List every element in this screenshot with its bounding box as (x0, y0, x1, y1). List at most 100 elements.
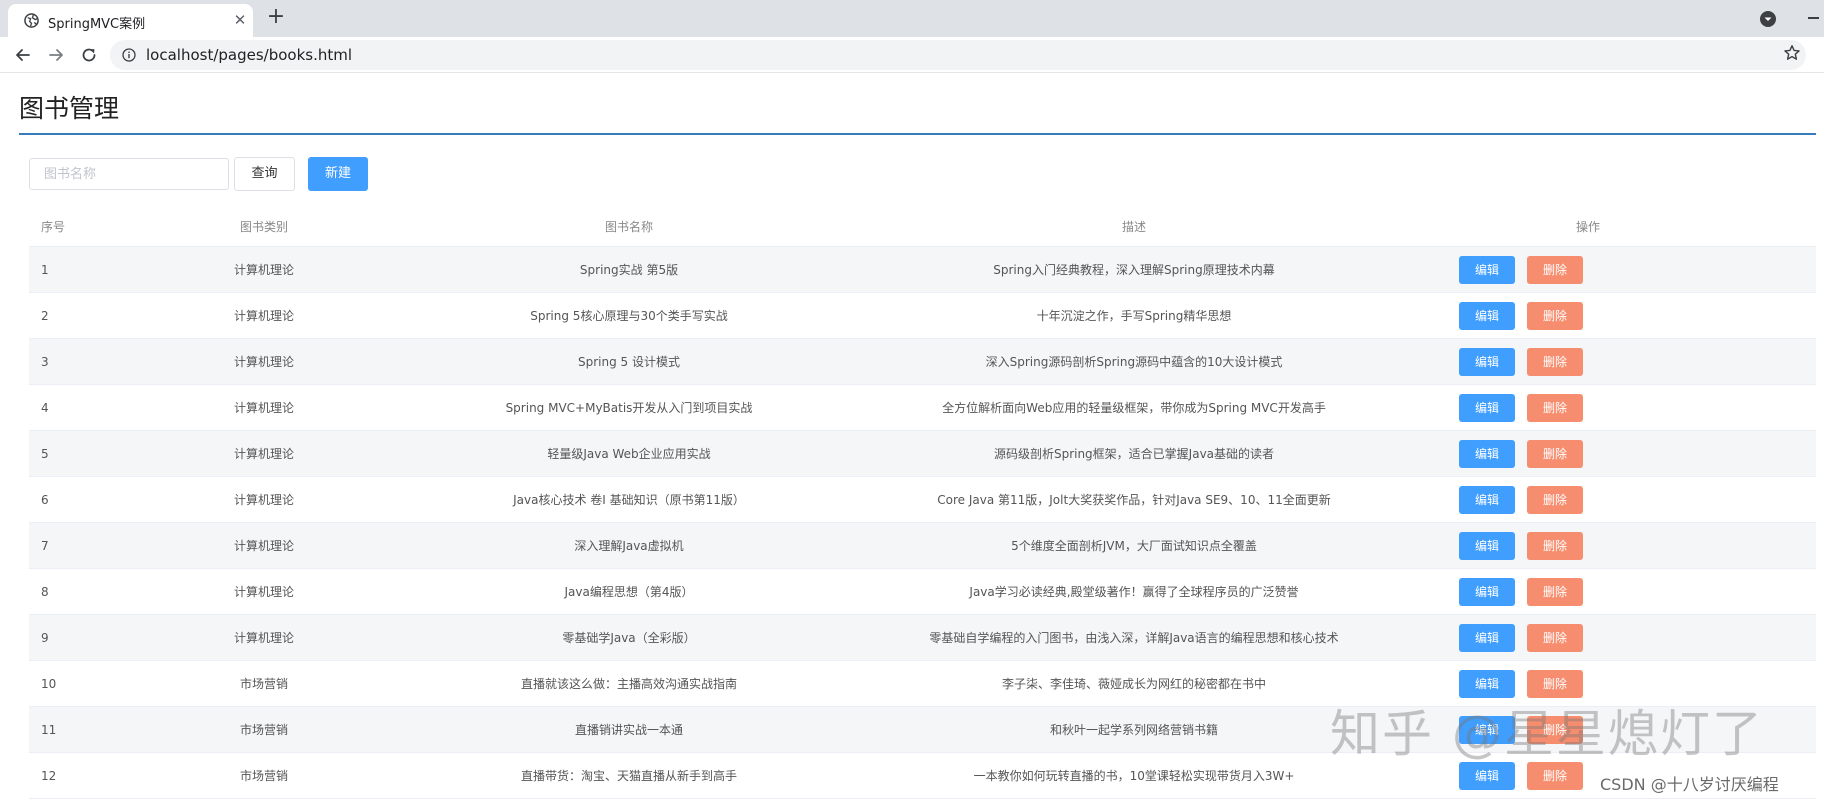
cell-description: 李子柒、李佳琦、薇娅成长为网红的秘密都在书中 (908, 660, 1360, 707)
edit-button[interactable]: 编辑 (1459, 439, 1515, 468)
browser-tab[interactable]: SpringMVC案例 ✕ (8, 4, 253, 37)
cell-name: Spring MVC+MyBatis开发从入门到项目实战 (350, 384, 908, 431)
cell-actions: 编辑 删除 (1360, 522, 1816, 569)
close-icon[interactable]: ✕ (230, 10, 250, 30)
cell-actions: 编辑 删除 (1360, 430, 1816, 477)
edit-button[interactable]: 编辑 (1459, 577, 1515, 606)
query-button[interactable]: 查询 (234, 157, 295, 191)
tab-title: SpringMVC案例 (48, 17, 146, 32)
cell-no: 12 (29, 752, 178, 799)
cell-name: 直播带货：淘宝、天猫直播从新手到高手 (350, 752, 908, 799)
zhihu-watermark: 知乎 @星星熄灯了 (1330, 705, 1764, 763)
delete-button[interactable]: 删除 (1527, 439, 1583, 468)
cell-no: 8 (29, 568, 178, 615)
delete-button[interactable]: 删除 (1527, 347, 1583, 376)
cell-no: 7 (29, 522, 178, 569)
title-divider (19, 133, 1816, 135)
cell-description: 零基础自学编程的入门图书，由浅入深，详解Java语言的编程思想和核心技术 (908, 614, 1360, 661)
cell-no: 1 (29, 246, 178, 293)
table-row: 6 计算机理论 Java核心技术 卷I 基础知识（原书第11版） Core Ja… (29, 476, 1816, 523)
delete-button[interactable]: 删除 (1527, 623, 1583, 652)
info-icon[interactable] (122, 48, 136, 62)
cell-category: 计算机理论 (178, 568, 350, 615)
book-name-search-input[interactable] (29, 158, 229, 190)
cell-no: 2 (29, 292, 178, 339)
cell-name: 直播销讲实战一本通 (350, 706, 908, 753)
edit-button[interactable]: 编辑 (1459, 301, 1515, 330)
column-header-actions: 操作 (1575, 219, 1600, 234)
edit-button[interactable]: 编辑 (1459, 255, 1515, 284)
cell-category: 计算机理论 (178, 522, 350, 569)
cell-category: 计算机理论 (178, 384, 350, 431)
column-header-no: 序号 (41, 219, 66, 234)
cell-no: 9 (29, 614, 178, 661)
cell-description: 源码级剖析Spring框架，适合已掌握Java基础的读者 (908, 430, 1360, 477)
cell-actions: 编辑 删除 (1360, 384, 1816, 431)
cell-name: 轻量级Java Web企业应用实战 (350, 430, 908, 477)
cell-category: 市场营销 (178, 660, 350, 707)
cell-category: 计算机理论 (178, 292, 350, 339)
cell-description: Java学习必读经典,殿堂级著作！赢得了全球程序员的广泛赞誉 (908, 568, 1360, 615)
delete-button[interactable]: 删除 (1527, 255, 1583, 284)
table-row: 7 计算机理论 深入理解Java虚拟机 5个维度全面剖析JVM，大厂面试知识点全… (29, 522, 1816, 569)
cell-category: 市场营销 (178, 752, 350, 799)
cell-no: 11 (29, 706, 178, 753)
plus-icon[interactable]: + (264, 6, 288, 30)
cell-name: Spring实战 第5版 (350, 246, 908, 293)
cell-name: 直播就该这么做：主播高效沟通实战指南 (350, 660, 908, 707)
cell-name: Spring 5核心原理与30个类手写实战 (350, 292, 908, 339)
cell-no: 4 (29, 384, 178, 431)
arrow-left-icon[interactable] (12, 44, 34, 66)
cell-description: 深入Spring源码剖析Spring源码中蕴含的10大设计模式 (908, 338, 1360, 385)
cell-name: 零基础学Java（全彩版） (350, 614, 908, 661)
edit-button[interactable]: 编辑 (1459, 393, 1515, 422)
cell-actions: 编辑 删除 (1360, 246, 1816, 293)
minimize-icon[interactable] (1806, 8, 1820, 22)
table-row: 2 计算机理论 Spring 5核心原理与30个类手写实战 十年沉淀之作，手写S… (29, 292, 1816, 339)
cell-name: Spring 5 设计模式 (350, 338, 908, 385)
column-header-description: 描述 (1121, 219, 1146, 234)
table-row: 8 计算机理论 Java编程思想（第4版） Java学习必读经典,殿堂级著作！赢… (29, 568, 1816, 615)
cell-description: Core Java 第11版，Jolt大奖获奖作品，针对Java SE9、10、… (908, 476, 1360, 523)
cell-category: 市场营销 (178, 706, 350, 753)
cell-category: 计算机理论 (178, 338, 350, 385)
arrow-right-icon[interactable] (45, 44, 67, 66)
delete-button[interactable]: 删除 (1527, 577, 1583, 606)
reload-icon[interactable] (78, 44, 100, 66)
delete-button[interactable]: 删除 (1527, 301, 1583, 330)
delete-button[interactable]: 删除 (1527, 393, 1583, 422)
cell-description: 5个维度全面剖析JVM，大厂面试知识点全覆盖 (908, 522, 1360, 569)
column-header-category: 图书类别 (239, 219, 288, 234)
cell-no: 3 (29, 338, 178, 385)
edit-button[interactable]: 编辑 (1459, 531, 1515, 560)
globe-icon (24, 13, 39, 28)
edit-button[interactable]: 编辑 (1459, 623, 1515, 652)
new-book-button[interactable]: 新建 (308, 157, 368, 191)
cell-category: 计算机理论 (178, 614, 350, 661)
table-row: 1 计算机理论 Spring实战 第5版 Spring入门经典教程，深入理解Sp… (29, 246, 1816, 293)
cell-description: Spring入门经典教程，深入理解Spring原理技术内幕 (908, 246, 1360, 293)
cell-actions: 编辑 删除 (1360, 338, 1816, 385)
table-row: 9 计算机理论 零基础学Java（全彩版） 零基础自学编程的入门图书，由浅入深，… (29, 614, 1816, 661)
delete-button[interactable]: 删除 (1527, 485, 1583, 514)
cell-description: 一本教你如何玩转直播的书，10堂课轻松实现带货月入3W+ (908, 752, 1360, 799)
edit-button[interactable]: 编辑 (1459, 347, 1515, 376)
cell-actions: 编辑 删除 (1360, 292, 1816, 339)
cell-description: 和秋叶一起学系列网络营销书籍 (908, 706, 1360, 753)
url-text[interactable]: localhost/pages/books.html (146, 46, 352, 64)
address-bar[interactable]: localhost/pages/books.html (110, 40, 1806, 70)
star-icon[interactable] (1783, 44, 1801, 62)
edit-button[interactable]: 编辑 (1459, 485, 1515, 514)
page-title: 图书管理 (19, 94, 120, 123)
cell-name: 深入理解Java虚拟机 (350, 522, 908, 569)
cell-actions: 编辑 删除 (1360, 476, 1816, 523)
browser-tab-strip: SpringMVC案例 ✕ + (0, 0, 1824, 37)
table-header-row: 序号 图书类别 图书名称 描述 操作 (29, 206, 1816, 247)
cell-description: 全方位解析面向Web应用的轻量级框架，带你成为Spring MVC开发高手 (908, 384, 1360, 431)
delete-button[interactable]: 删除 (1527, 531, 1583, 560)
cell-name: Java编程思想（第4版） (350, 568, 908, 615)
cell-category: 计算机理论 (178, 246, 350, 293)
cell-no: 10 (29, 660, 178, 707)
cell-no: 6 (29, 476, 178, 523)
profile-icon[interactable] (1759, 10, 1777, 28)
